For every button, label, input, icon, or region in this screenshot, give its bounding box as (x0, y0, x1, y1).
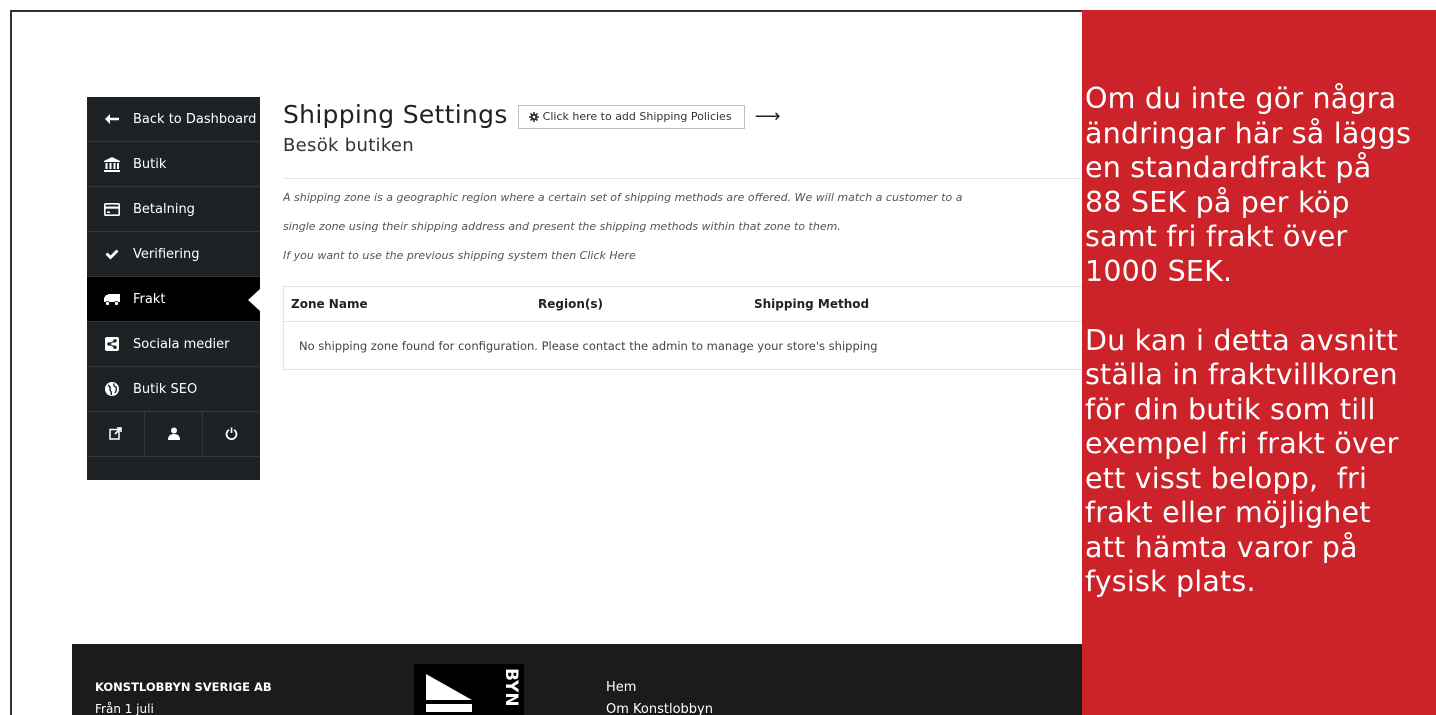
annotation-line: 1000 SEK. (1085, 254, 1233, 288)
sidebar-item-label: Betalning (133, 201, 195, 217)
annotation-line: ställa in fraktvillkoren (1085, 358, 1398, 391)
annotation-line: ändringar här så läggs (1085, 116, 1412, 150)
annotation-line: 88 SEK på per köp (1085, 185, 1350, 219)
sidebar-item-label: Frakt (133, 291, 166, 307)
logout-button[interactable] (203, 412, 260, 456)
footer-link-hem[interactable]: Hem (606, 680, 636, 695)
share-icon (103, 336, 121, 352)
annotation-text: Om du inte gör några ändringar här så lä… (1085, 82, 1436, 600)
footer-link-om-konstlobbyn[interactable]: Om Konstlobbyn (606, 702, 713, 715)
divider (283, 178, 1083, 179)
external-link-icon (109, 425, 122, 444)
power-icon (225, 425, 238, 444)
footer-company-info: Från 1 juli (95, 702, 154, 715)
title-row: Shipping Settings Click here to add Ship… (283, 100, 1083, 129)
annotation-line: frakt eller möjlighet (1085, 496, 1371, 529)
annotation-line: Om du inte gör några (1085, 82, 1397, 115)
sidebar-item-label: Butik SEO (133, 381, 198, 397)
annotation-line: ett visst belopp, fri (1085, 461, 1368, 495)
globe-icon (103, 381, 121, 397)
column-zone-name: Zone Name (291, 297, 368, 311)
truck-icon (103, 291, 121, 307)
sidebar-item-sociala-medier[interactable]: Sociala medier (87, 322, 260, 367)
logo-text: BYN (501, 668, 521, 707)
credit-card-icon (103, 201, 121, 217)
annotation-spacer (1085, 289, 1436, 324)
annotation-line: att hämta varor på (1085, 530, 1358, 564)
shipping-zone-description-2: single zone using their shipping address… (283, 220, 841, 233)
sidebar-item-label: Sociala medier (133, 336, 230, 352)
sidebar-item-butik[interactable]: Butik (87, 142, 260, 187)
sidebar-item-verifiering[interactable]: Verifiering (87, 232, 260, 277)
page-title: Shipping Settings (283, 100, 508, 129)
sidebar-item-label: Verifiering (133, 246, 200, 262)
gear-icon (528, 111, 539, 122)
add-shipping-policies-label: Click here to add Shipping Policies (542, 110, 732, 123)
add-shipping-policies-button[interactable]: Click here to add Shipping Policies (517, 104, 745, 129)
annotation-line: samt fri frakt över (1085, 220, 1348, 253)
vendor-sidebar: Back to Dashboard Butik Betalning Verifi… (87, 97, 260, 480)
annotation-line: exempel fri frakt över (1085, 427, 1399, 460)
sidebar-item-butik-seo[interactable]: Butik SEO (87, 367, 260, 412)
bank-icon (103, 156, 121, 172)
shipping-settings-panel: Shipping Settings Click here to add Ship… (283, 100, 1083, 370)
user-icon (167, 425, 180, 444)
sidebar-item-label: Back to Dashboard (133, 111, 257, 127)
sidebar-item-betalning[interactable]: Betalning (87, 187, 260, 232)
table-row: No shipping zone found for configuration… (284, 322, 1082, 369)
arrow-right-icon: ⟶ (754, 106, 781, 127)
profile-button[interactable] (145, 412, 203, 456)
sidebar-item-frakt[interactable]: Frakt (87, 277, 260, 322)
visit-store-button[interactable] (87, 412, 145, 456)
column-regions: Region(s) (538, 297, 603, 311)
konstlobbyn-logo[interactable]: BYN (414, 664, 524, 715)
shipping-zones-table: Zone Name Region(s) Shipping Method No s… (283, 286, 1083, 370)
sidebar-item-label: Butik (133, 156, 167, 172)
sidebar-bottom-actions (87, 412, 260, 457)
shipping-zone-description-1: A shipping zone is a geographic region w… (283, 191, 963, 204)
annotation-line: fysisk plats. (1085, 565, 1256, 598)
visit-store-link[interactable]: Besök butiken (283, 135, 1083, 156)
column-shipping-method: Shipping Method (754, 297, 870, 311)
site-footer: KONSTLOBBYN SVERIGE AB Från 1 juli BYN H… (72, 644, 1082, 715)
empty-table-message: No shipping zone found for configuration… (299, 338, 878, 353)
annotation-panel: Om du inte gör några ändringar här så lä… (1082, 10, 1436, 715)
check-icon (103, 246, 121, 262)
sidebar-item-back-to-dashboard[interactable]: Back to Dashboard (87, 97, 260, 142)
previous-shipping-system-link[interactable]: If you want to use the previous shipping… (283, 249, 1083, 262)
annotation-line: en standardfrakt på (1085, 151, 1372, 184)
arrow-left-icon (103, 111, 121, 127)
annotation-line: Du kan i detta avsnitt (1085, 323, 1399, 357)
annotation-line: för din butik som till (1085, 392, 1376, 426)
footer-company-name: KONSTLOBBYN SVERIGE AB (95, 680, 272, 694)
table-header: Zone Name Region(s) Shipping Method (284, 287, 1082, 322)
